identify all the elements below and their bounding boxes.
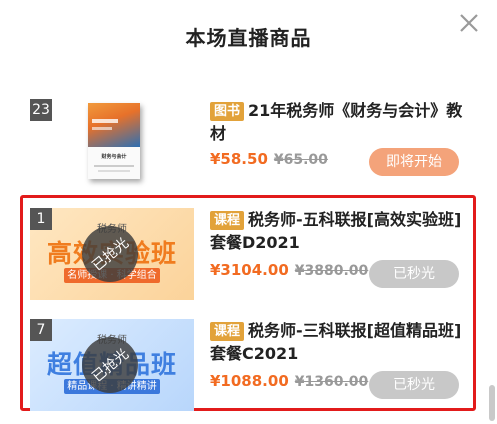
book-cover-title: 财务与会计 — [101, 154, 127, 160]
product-item[interactable]: 财务与会计 23 图书 21年税务师《财务与会计》教材 ¥58.50 ¥65.00 … — [30, 99, 462, 191]
sold-out-stamp: 已抢光 — [82, 337, 138, 393]
product-title: 21年税务师《财务与会计》教材 — [210, 101, 463, 143]
sold-out-button[interactable]: 已秒光 — [369, 260, 459, 288]
product-thumbnail[interactable]: 财务与会计 23 — [30, 99, 194, 191]
product-thumbnail[interactable]: 税务师 超值精品班 精品课程 · 精讲精讲 已抢光 7 — [30, 319, 194, 411]
scrollbar[interactable] — [489, 385, 495, 421]
product-tag: 图书 — [210, 102, 245, 121]
original-price: ¥1360.00 — [294, 374, 369, 390]
index-badge: 1 — [30, 208, 52, 230]
product-thumbnail[interactable]: 税务师 高效实验班 名师授课 · 科学组合 已抢光 1 — [30, 208, 194, 300]
dialog-header: 本场直播商品 — [0, 0, 497, 74]
sold-out-label: 已抢光 — [89, 235, 132, 275]
product-tag: 课程 — [210, 322, 245, 341]
product-name[interactable]: 课程 税务师-三科联报[超值精品班]套餐C2021 — [210, 319, 465, 365]
book-cover: 财务与会计 — [88, 103, 140, 179]
original-price: ¥3880.00 — [294, 263, 369, 279]
original-price: ¥65.00 — [273, 152, 328, 168]
product-title: 税务师-三科联报[超值精品班]套餐C2021 — [210, 321, 462, 363]
index-badge: 7 — [30, 319, 52, 341]
product-item[interactable]: 税务师 超值精品班 精品课程 · 精讲精讲 已抢光 7 课程税务师-三科联报[超… — [30, 319, 461, 411]
close-icon[interactable] — [456, 10, 482, 36]
product-name[interactable]: 课程 税务师-五科联报[高效实验班]套餐D2021 — [210, 208, 465, 254]
book-cover-image: 财务与会计 — [30, 99, 194, 191]
sold-out-label: 已抢光 — [89, 346, 132, 386]
dialog-title: 本场直播商品 — [185, 26, 312, 50]
price: ¥3104.00 — [210, 261, 289, 279]
sold-out-button[interactable]: 已秒光 — [369, 371, 459, 399]
product-tag: 课程 — [210, 211, 245, 230]
coming-soon-button[interactable]: 即将开始 — [369, 148, 459, 176]
sold-out-stamp: 已抢光 — [82, 226, 138, 282]
price: ¥1088.00 — [210, 372, 289, 390]
product-item[interactable]: 税务师 高效实验班 名师授课 · 科学组合 已抢光 1 课程税务师-五科联报[高… — [30, 208, 461, 300]
product-title: 税务师-五科联报[高效实验班]套餐D2021 — [210, 210, 462, 252]
product-name[interactable]: 图书 21年税务师《财务与会计》教材 — [210, 99, 465, 145]
price: ¥58.50 — [210, 150, 268, 168]
index-badge: 23 — [30, 99, 52, 121]
